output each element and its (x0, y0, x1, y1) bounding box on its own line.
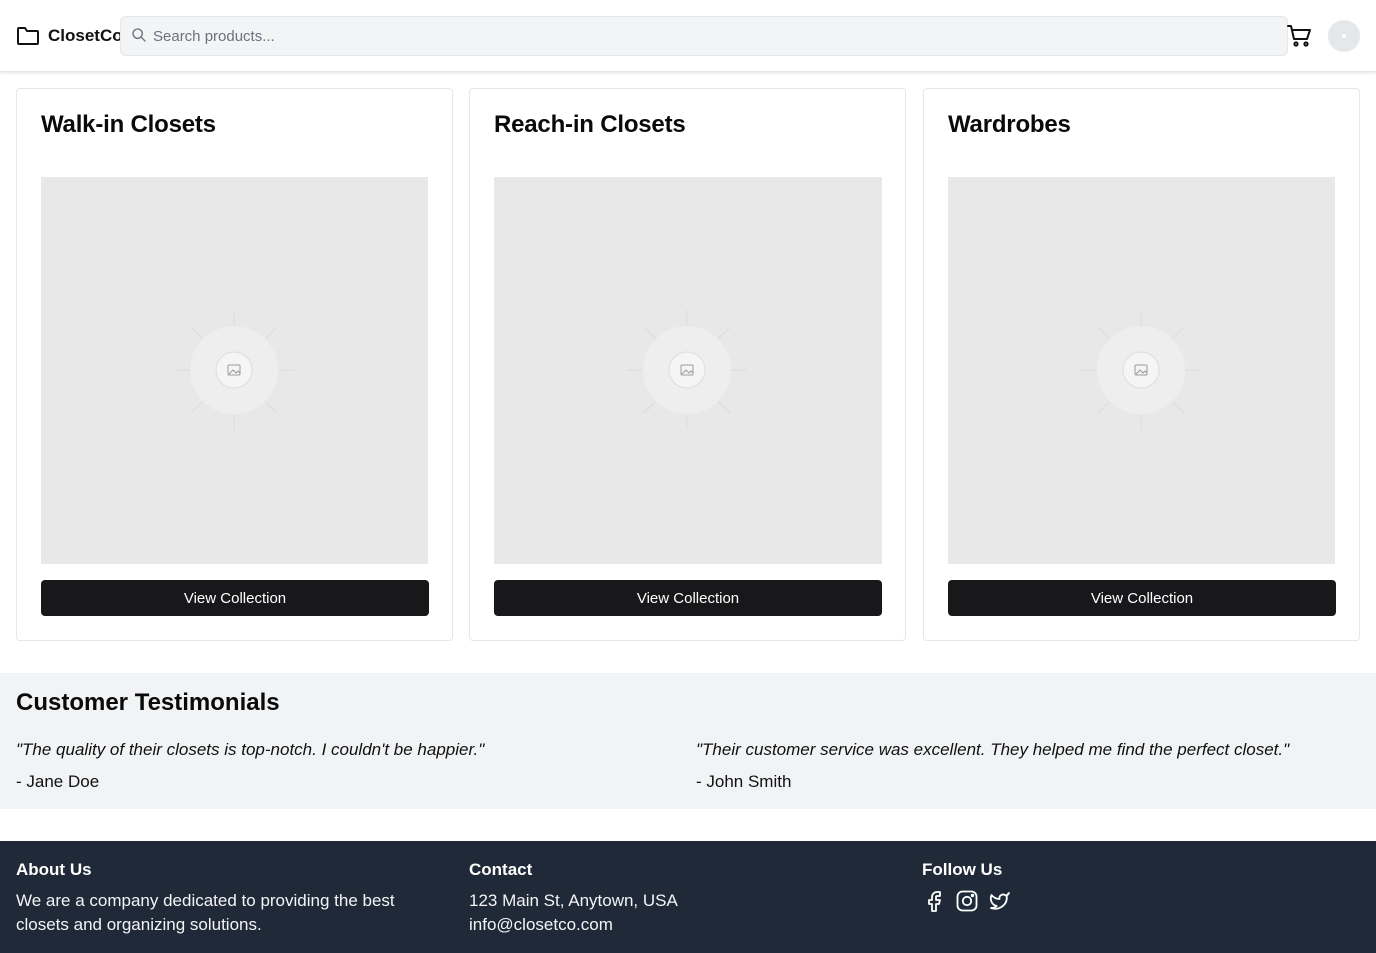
search-input[interactable] (153, 17, 1273, 55)
image-placeholder-icon (1081, 310, 1201, 430)
testimonial-quote: "The quality of their closets is top-not… (16, 740, 485, 759)
collection-card-wardrobes: Wardrobes View Collection (923, 88, 1360, 641)
testimonials-title: Customer Testimonials (16, 689, 280, 716)
user-avatar[interactable] (1328, 20, 1360, 52)
collection-image (494, 177, 882, 564)
cart-icon[interactable] (1287, 24, 1313, 48)
card-title: Wardrobes (948, 111, 1071, 138)
avatar-placeholder-icon (1342, 34, 1346, 38)
view-collection-button[interactable]: View Collection (948, 580, 1336, 616)
search-icon (132, 28, 146, 42)
testimonial-quote: "Their customer service was excellent. T… (696, 740, 1290, 759)
collection-card-reach-in: Reach-in Closets View Collection (469, 88, 906, 641)
facebook-icon[interactable] (923, 889, 947, 913)
brand-logo[interactable]: ClosetCo (16, 24, 120, 48)
collection-image (948, 177, 1335, 564)
view-collection-button[interactable]: View Collection (41, 580, 429, 616)
instagram-icon[interactable] (955, 889, 979, 913)
image-placeholder-icon (174, 310, 294, 430)
collection-card-walk-in: Walk-in Closets View Collection (16, 88, 453, 641)
contact-address: 123 Main St, Anytown, USA (469, 891, 678, 910)
card-title: Walk-in Closets (41, 111, 216, 138)
site-header: ClosetCo (0, 0, 1376, 72)
site-footer: About Us We are a company dedicated to p… (0, 841, 1376, 953)
contact-heading: Contact (469, 860, 533, 879)
image-placeholder-icon (627, 310, 747, 430)
testimonial-author: - Jane Doe (16, 772, 100, 791)
brand-name: ClosetCo (48, 26, 120, 45)
twitter-icon[interactable] (987, 889, 1011, 913)
card-title: Reach-in Closets (494, 111, 686, 138)
search-bar (120, 16, 1288, 56)
about-heading: About Us (16, 860, 92, 879)
testimonial-author: - John Smith (696, 772, 792, 791)
about-text-line-2: closets and organizing solutions. (16, 915, 262, 934)
contact-email[interactable]: info@closetco.com (469, 913, 613, 937)
collection-image (41, 177, 428, 564)
follow-heading: Follow Us (922, 860, 1003, 879)
about-text-line-1: We are a company dedicated to providing … (16, 891, 395, 910)
view-collection-button[interactable]: View Collection (494, 580, 882, 616)
folder-icon (17, 27, 39, 45)
testimonials-section: Customer Testimonials "The quality of th… (0, 673, 1376, 809)
